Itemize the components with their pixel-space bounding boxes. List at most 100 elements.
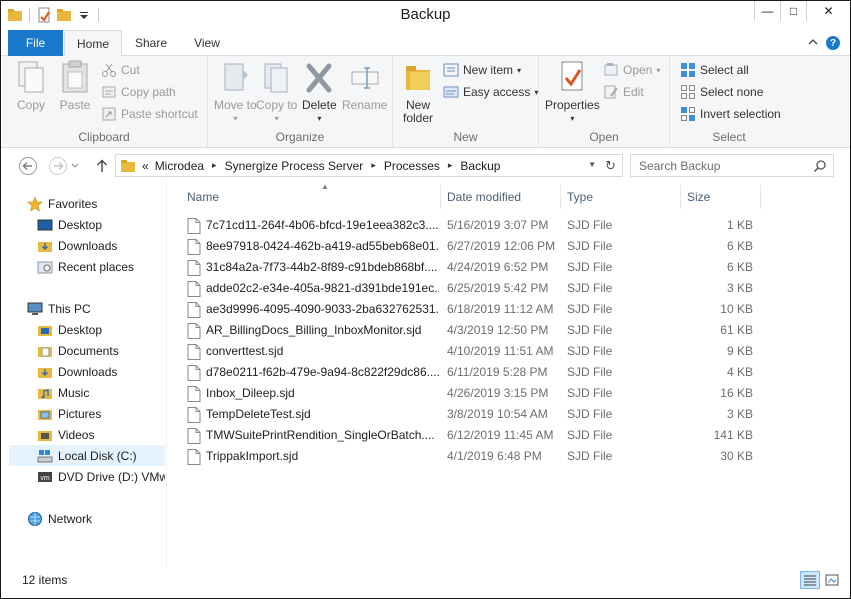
breadcrumb-separator-icon[interactable]: ▸ [212,160,217,171]
search-input[interactable]: Search Backup [630,154,834,177]
table-row[interactable]: Inbox_Dileep.sjd 4/26/2019 3:15 PM SJD Fil… [167,383,767,404]
file-name-cell[interactable]: adde02c2-e34e-405a-9821-d391bde191ec... [187,278,439,299]
file-name-cell[interactable]: TempDeleteTest.sjd [187,404,439,425]
table-row[interactable]: TMWSuitePrintRendition_SingleOrBatch....… [167,425,767,446]
easy-access-button[interactable]: Easy access ▾ [443,84,538,100]
table-row[interactable]: 7c71cd11-264f-4b06-bfcd-19e1eea382c3....… [167,215,767,236]
new-item-button[interactable]: New item ▾ [443,62,521,78]
file-name-cell[interactable]: 7c71cd11-264f-4b06-bfcd-19e1eea382c3.... [187,215,439,236]
file-size: 61 KB [720,323,753,337]
recent-locations-button[interactable] [69,155,81,177]
table-row[interactable]: ae3d9996-4095-4090-9033-2ba632762531....… [167,299,767,320]
copy-path-button[interactable]: Copy path [101,84,176,100]
nav-item-recent-places[interactable]: Recent places [37,256,134,277]
address-overflow[interactable]: « [142,159,149,173]
forward-button[interactable] [47,155,69,177]
close-button[interactable]: ✕ [806,1,850,21]
file-name-cell[interactable]: TMWSuitePrintRendition_SingleOrBatch.... [187,425,439,446]
minimize-button[interactable]: — [754,1,780,21]
file-name: TrippakImport.sjd [206,449,299,463]
paste-button[interactable]: Paste [59,60,91,112]
maximize-button[interactable]: □ [780,1,806,21]
breadcrumb-synergize-process-server[interactable]: Synergize Process Server [225,159,364,173]
details-view-button[interactable] [800,571,820,589]
clipboard-group-label: Clipboard [78,130,130,144]
nav-item-documents[interactable]: Documents [37,340,119,361]
column-header-size[interactable]: Size [681,185,761,209]
column-header-name[interactable]: ▲ Name [181,183,441,209]
file-name-cell[interactable]: Inbox_Dileep.sjd [187,383,439,404]
move-to-button[interactable]: Move to ▾ [214,60,257,125]
nav-item-pc-downloads[interactable]: Downloads [37,361,117,382]
file-name: ae3d9996-4095-4090-9033-2ba632762531.... [206,302,439,316]
help-icon[interactable]: ? [826,36,840,50]
delete-button[interactable]: Delete ▾ [302,60,337,125]
collapse-ribbon-icon[interactable] [808,37,818,49]
file-icon [187,238,201,255]
column-header-date[interactable]: Date modified [441,185,561,209]
nav-item-music[interactable]: Music [37,382,89,403]
file-name-cell[interactable]: AR_BillingDocs_Billing_InboxMonitor.sjd [187,320,439,341]
file-name: TempDeleteTest.sjd [206,407,311,421]
breadcrumb-separator-icon[interactable]: ▸ [371,160,376,171]
file-name: TMWSuitePrintRendition_SingleOrBatch.... [206,428,435,442]
copy-button[interactable]: Copy [15,60,47,112]
address-dropdown-icon[interactable]: ▼ [588,160,596,169]
search-icon[interactable] [813,159,827,176]
tab-view[interactable]: View [181,30,233,56]
select-all-button[interactable]: Select all [680,62,749,78]
copy-to-button[interactable]: Copy to ▾ [256,60,297,125]
table-row[interactable]: TempDeleteTest.sjd 3/8/2019 10:54 AM SJD F… [167,404,767,425]
file-size: 1 KB [726,218,753,232]
title-bar: Backup — □ ✕ [1,1,850,30]
table-row[interactable]: 31c84a2a-7f73-44b2-8f89-c91bdeb868bf....… [167,257,767,278]
nav-item-dvd-drive[interactable]: vm DVD Drive (D:) VMware Tools [37,466,165,487]
tab-file[interactable]: File [8,30,63,56]
local-disk-icon [37,449,53,462]
large-icons-view-button[interactable] [822,571,842,589]
select-none-button[interactable]: Select none [680,84,763,100]
table-row[interactable]: d78e0211-f62b-479e-9a94-8c822f29dc86....… [167,362,767,383]
file-name-cell[interactable]: TrippakImport.sjd [187,446,439,467]
nav-item-desktop[interactable]: Desktop [37,214,102,235]
open-button[interactable]: Open ▾ [603,62,660,78]
breadcrumb-microdea[interactable]: Microdea [155,159,204,173]
nav-item-downloads[interactable]: Downloads [37,235,117,256]
file-name-cell[interactable]: ae3d9996-4095-4090-9033-2ba632762531.... [187,299,439,320]
properties-button[interactable]: Properties ▾ [545,60,600,125]
tab-home[interactable]: Home [64,30,122,57]
nav-item-pictures[interactable]: Pictures [37,403,101,424]
table-row[interactable]: TrippakImport.sjd 4/1/2019 6:48 PM SJD Fil… [167,446,767,467]
rename-button[interactable]: Rename [342,60,387,112]
invert-selection-button[interactable]: Invert selection [680,106,781,122]
cut-button[interactable]: Cut [101,62,140,78]
file-name-cell[interactable]: d78e0211-f62b-479e-9a94-8c822f29dc86.... [187,362,439,383]
file-name-cell[interactable]: 31c84a2a-7f73-44b2-8f89-c91bdeb868bf.... [187,257,439,278]
new-folder-button[interactable]: New folder [401,60,435,125]
table-row[interactable]: AR_BillingDocs_Billing_InboxMonitor.sjd 4… [167,320,767,341]
breadcrumb-processes[interactable]: Processes [384,159,440,173]
paste-shortcut-button[interactable]: Paste shortcut [101,106,198,122]
address-bar[interactable]: « Microdea ▸ Synergize Process Server ▸ … [115,154,623,177]
nav-network[interactable]: Network [27,508,92,529]
refresh-icon[interactable]: ↻ [605,158,616,174]
file-name-cell[interactable]: 8ee97918-0424-462b-a419-ad55beb68e01... [187,236,439,257]
breadcrumb-backup[interactable]: Backup [460,159,500,173]
up-button[interactable] [91,155,113,177]
edit-button[interactable]: Edit [603,84,644,100]
nav-item-videos[interactable]: Videos [37,424,94,445]
table-row[interactable]: 8ee97918-0424-462b-a419-ad55beb68e01... 6… [167,236,767,257]
nav-item-pc-desktop[interactable]: Desktop [37,319,102,340]
table-row[interactable]: converttest.sjd 4/10/2019 11:51 AM SJD Fil… [167,341,767,362]
file-name-cell[interactable]: converttest.sjd [187,341,439,362]
breadcrumb-separator-icon[interactable]: ▸ [448,160,453,171]
nav-favorites[interactable]: Favorites [27,193,97,214]
ribbon-home: Copy Paste Cut Copy path Paste shortcut … [1,56,850,148]
column-header-type[interactable]: Type [561,185,681,209]
nav-item-local-disk[interactable]: Local Disk (C:) [9,445,165,466]
back-button[interactable] [17,155,39,177]
table-row[interactable]: adde02c2-e34e-405a-9821-d391bde191ec... 6… [167,278,767,299]
nav-this-pc[interactable]: This PC [27,298,91,319]
tab-share[interactable]: Share [125,30,177,56]
file-icon [187,322,201,339]
